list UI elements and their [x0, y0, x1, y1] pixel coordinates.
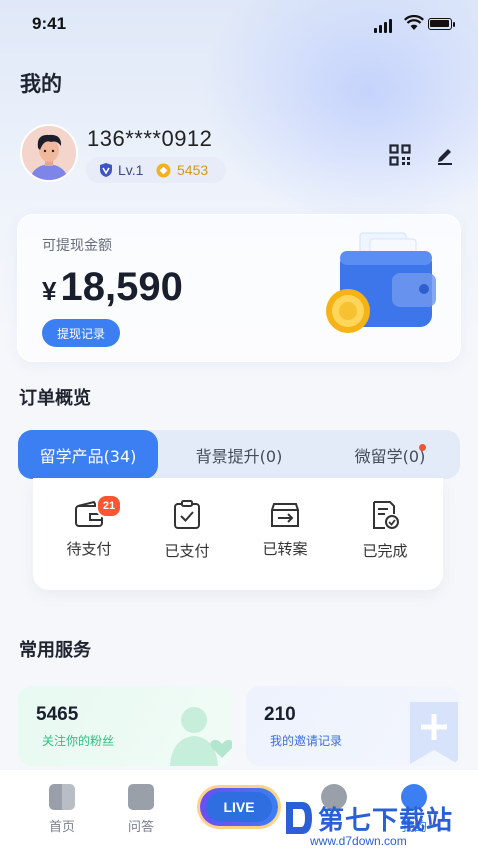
tab-background-boost[interactable]: 背景提升(0): [168, 430, 310, 479]
wallet-illustration: [326, 232, 436, 333]
tab-micro-study[interactable]: 微留学(0): [320, 430, 460, 479]
order-completed-label: 已完成: [362, 542, 408, 560]
tab-home[interactable]: 首页: [32, 784, 92, 835]
page-title: 我的: [20, 72, 62, 96]
live-button[interactable]: LIVE: [200, 788, 278, 826]
plus-bookmark-icon: [410, 702, 458, 764]
level-text: Lv.1: [118, 162, 144, 178]
tab-qa-label: 问答: [127, 820, 154, 835]
currency-symbol: ¥: [42, 276, 57, 306]
home-icon: [49, 784, 75, 810]
orders-title: 订单概览: [19, 388, 91, 409]
avatar[interactable]: [20, 124, 78, 182]
services-title: 常用服务: [19, 640, 91, 661]
tab-qa[interactable]: 问答: [111, 784, 171, 835]
order-status-panel: 待支付 已支付 已转案 已完成: [33, 478, 443, 590]
coin-icon: [156, 163, 171, 177]
order-paid[interactable]: 已支付: [147, 500, 227, 561]
fans-label: 关注你的粉丝: [42, 734, 115, 748]
fans-count: 5465: [36, 704, 79, 725]
order-transferred[interactable]: 已转案: [245, 500, 325, 559]
user-badges: Lv.1 5453: [86, 157, 226, 183]
document-check-icon: [373, 501, 399, 529]
watermark-brand: 第七下载站: [318, 806, 454, 836]
user-heart-icon: [170, 707, 232, 766]
status-time: 9:41: [32, 14, 67, 33]
points-text: 5453: [177, 162, 209, 178]
fans-card[interactable]: 5465 关注你的粉丝: [18, 686, 232, 766]
box-transfer-icon: [271, 503, 299, 527]
status-bar: 9:41: [0, 0, 478, 52]
watermark-logo-icon: [286, 802, 312, 834]
balance-label: 可提现金额: [42, 238, 112, 254]
pending-count-badge: 21: [96, 494, 122, 518]
watermark-url: www.d7down.com: [310, 834, 407, 848]
balance-amount: ¥18,590: [42, 265, 183, 310]
order-pending-label: 待支付: [66, 540, 112, 558]
user-phone: 136****0912: [87, 126, 213, 151]
tab-micro-study-label: 微留学(0): [354, 446, 426, 466]
avatar-illustration: [22, 126, 76, 180]
edit-icon[interactable]: [436, 145, 454, 165]
signal-icon: [374, 19, 392, 33]
invitations-label: 我的邀请记录: [270, 734, 343, 748]
level-badge[interactable]: Lv.1: [99, 162, 143, 178]
invitations-card[interactable]: 210 我的邀请记录: [246, 686, 460, 766]
balance-value: 18,590: [60, 265, 183, 309]
tab-study-products[interactable]: 留学产品(34): [18, 430, 158, 479]
tab-home-label: 首页: [48, 820, 75, 835]
qr-code-icon[interactable]: [389, 144, 411, 166]
notification-dot: [419, 444, 426, 451]
shield-icon: [100, 163, 112, 177]
points-badge[interactable]: 5453: [156, 162, 208, 178]
battery-icon: [428, 18, 455, 30]
withdraw-history-button[interactable]: 提现记录: [42, 319, 120, 347]
order-tabs: 留学产品(34) 背景提升(0) 微留学(0): [18, 430, 460, 479]
live-label: LIVE: [206, 792, 272, 822]
wifi-icon: [404, 15, 424, 30]
balance-card: 可提现金额 ¥18,590 提现记录: [17, 214, 461, 362]
order-completed[interactable]: 已完成: [345, 500, 425, 561]
order-paid-label: 已支付: [164, 542, 210, 560]
qa-icon: [128, 784, 154, 810]
invitations-count: 210: [264, 704, 296, 725]
clipboard-check-icon: [174, 500, 200, 529]
order-transferred-label: 已转案: [262, 540, 308, 558]
